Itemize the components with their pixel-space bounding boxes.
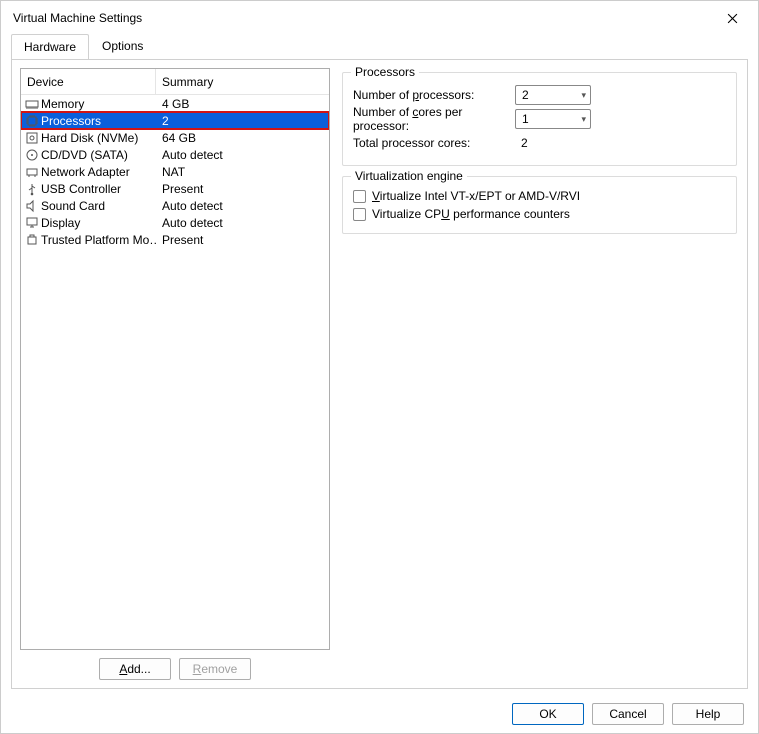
device-name: Trusted Platform Mo… — [41, 233, 156, 247]
device-name: USB Controller — [41, 182, 121, 196]
column-summary-header[interactable]: Summary — [156, 69, 329, 94]
hardware-panel: Device Summary Memory 4 GB Processors 2 … — [11, 59, 748, 689]
device-row-sound[interactable]: Sound Card Auto detect — [21, 197, 329, 214]
device-name: Network Adapter — [41, 165, 130, 179]
virt-perf-label: Virtualize CPU performance counters — [372, 207, 570, 221]
device-row-tpm[interactable]: Trusted Platform Mo… Present — [21, 231, 329, 248]
num-processors-value: 2 — [522, 88, 529, 102]
device-row-memory[interactable]: Memory 4 GB — [21, 95, 329, 112]
device-column: Device Summary Memory 4 GB Processors 2 … — [20, 68, 330, 680]
tabs: Hardware Options — [1, 33, 758, 59]
device-summary: Auto detect — [156, 148, 329, 162]
device-actions: Add... Remove — [20, 650, 330, 680]
device-name: Memory — [41, 97, 84, 111]
device-row-display[interactable]: Display Auto detect — [21, 214, 329, 231]
remove-button: Remove — [179, 658, 251, 680]
device-row-cddvd[interactable]: CD/DVD (SATA) Auto detect — [21, 146, 329, 163]
num-processors-select[interactable]: 2 ▾ — [515, 85, 591, 105]
num-cores-select[interactable]: 1 ▾ — [515, 109, 591, 129]
device-row-processors[interactable]: Processors 2 — [21, 112, 329, 129]
close-icon — [727, 13, 738, 24]
device-summary: Auto detect — [156, 199, 329, 213]
chevron-down-icon: ▾ — [581, 114, 586, 125]
device-name: Processors — [41, 114, 101, 128]
virt-perf-checkbox[interactable] — [353, 208, 366, 221]
usb-icon — [24, 181, 39, 196]
processors-group: Processors Number of processors: 2 ▾ Num… — [342, 72, 737, 166]
titlebar: Virtual Machine Settings — [1, 1, 758, 33]
cd-icon — [24, 147, 39, 162]
device-summary: Present — [156, 233, 329, 247]
virt-vtx-label: Virtualize Intel VT-x/EPT or AMD-V/RVI — [372, 189, 580, 203]
close-button[interactable] — [716, 6, 748, 30]
add-button[interactable]: Add... — [99, 658, 171, 680]
window-title: Virtual Machine Settings — [13, 11, 142, 25]
tab-options[interactable]: Options — [89, 33, 156, 58]
device-summary: Auto detect — [156, 216, 329, 230]
detail-column: Processors Number of processors: 2 ▾ Num… — [342, 68, 739, 680]
device-row-harddisk[interactable]: Hard Disk (NVMe) 64 GB — [21, 129, 329, 146]
help-button[interactable]: Help — [672, 703, 744, 725]
device-summary: 4 GB — [156, 97, 329, 111]
device-summary: 64 GB — [156, 131, 329, 145]
cancel-button[interactable]: Cancel — [592, 703, 664, 725]
virtualization-group-title: Virtualization engine — [351, 169, 467, 183]
list-header: Device Summary — [21, 69, 329, 95]
device-summary: NAT — [156, 165, 329, 179]
column-device-header[interactable]: Device — [21, 69, 156, 94]
num-processors-row: Number of processors: 2 ▾ — [353, 83, 726, 107]
display-icon — [24, 215, 39, 230]
ok-button[interactable]: OK — [512, 703, 584, 725]
disk-icon — [24, 130, 39, 145]
total-cores-row: Total processor cores: 2 — [353, 131, 726, 155]
num-cores-row: Number of cores per processor: 1 ▾ — [353, 107, 726, 131]
dialog-footer: OK Cancel Help — [1, 695, 758, 733]
list-body: Memory 4 GB Processors 2 Hard Disk (NVMe… — [21, 95, 329, 248]
device-row-network[interactable]: Network Adapter NAT — [21, 163, 329, 180]
device-name: Hard Disk (NVMe) — [41, 131, 138, 145]
device-row-usb[interactable]: USB Controller Present — [21, 180, 329, 197]
num-processors-label: Number of processors: — [353, 88, 515, 102]
tpm-icon — [24, 232, 39, 247]
sound-icon — [24, 198, 39, 213]
device-name: Sound Card — [41, 199, 105, 213]
num-cores-label: Number of cores per processor: — [353, 105, 515, 133]
vm-settings-window: Virtual Machine Settings Hardware Option… — [0, 0, 759, 734]
cpu-icon — [24, 113, 39, 128]
tab-hardware[interactable]: Hardware — [11, 34, 89, 59]
virt-vtx-row[interactable]: Virtualize Intel VT-x/EPT or AMD-V/RVI — [353, 187, 726, 205]
memory-icon — [24, 96, 39, 111]
processors-group-title: Processors — [351, 65, 419, 79]
virt-vtx-checkbox[interactable] — [353, 190, 366, 203]
network-icon — [24, 164, 39, 179]
num-cores-value: 1 — [522, 112, 529, 126]
device-name: Display — [41, 216, 80, 230]
device-list[interactable]: Device Summary Memory 4 GB Processors 2 … — [20, 68, 330, 650]
device-summary: 2 — [156, 114, 329, 128]
device-name: CD/DVD (SATA) — [41, 148, 128, 162]
total-cores-label: Total processor cores: — [353, 136, 515, 150]
chevron-down-icon: ▾ — [581, 90, 586, 101]
total-cores-value: 2 — [515, 136, 528, 150]
virt-perf-row[interactable]: Virtualize CPU performance counters — [353, 205, 726, 223]
device-summary: Present — [156, 182, 329, 196]
virtualization-group: Virtualization engine Virtualize Intel V… — [342, 176, 737, 234]
